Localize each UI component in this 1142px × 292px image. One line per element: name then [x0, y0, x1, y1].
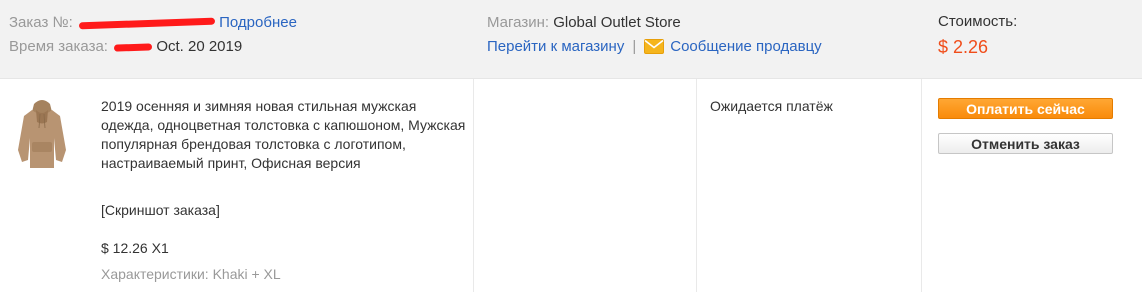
order-number-label: Заказ №: [9, 14, 73, 31]
redacted-order-number [78, 17, 216, 29]
redacted-order-time [114, 42, 153, 52]
store-label: Магазин: [487, 14, 550, 31]
product-title[interactable]: 2019 осенняя и зимняя новая стильная муж… [101, 97, 466, 173]
product-thumbnail[interactable] [14, 98, 70, 172]
go-to-store-link[interactable]: Перейти к магазину [487, 38, 624, 55]
order-time-label: Время заказа: [9, 38, 108, 55]
cancel-order-button[interactable]: Отменить заказ [938, 133, 1113, 154]
unit-price: $ 12.26 X1 [101, 240, 169, 256]
hoodie-thumbnail [18, 100, 66, 168]
order-status: Ожидается платёж [710, 98, 833, 114]
cost-value: $ 2.26 [938, 37, 989, 57]
store-row: Магазин: Global Outlet Store [487, 13, 681, 33]
message-seller-link[interactable]: Сообщение продавцу [670, 38, 821, 55]
store-name: Global Outlet Store [553, 14, 681, 31]
cost-label: Стоимость: [938, 13, 1018, 30]
mail-icon[interactable] [644, 39, 665, 60]
order-details-link[interactable]: Подробнее [219, 14, 297, 31]
order-number-row: Заказ №: Подробнее [9, 13, 297, 33]
column-divider-1 [473, 79, 474, 292]
order-time-row: Время заказа: Oct. 20 2019 [9, 37, 242, 57]
order-snapshot-link[interactable]: [Скриншот заказа] [101, 202, 220, 218]
order-time-value: Oct. 20 2019 [156, 38, 243, 55]
product-properties: Характеристики: Khaki + XL [101, 266, 281, 282]
column-divider-3 [921, 79, 922, 292]
column-divider-2 [696, 79, 697, 292]
store-actions-row: Перейти к магазину | Сообщение продавцу [487, 37, 822, 60]
store-actions-separator: | [632, 38, 637, 55]
pay-now-button[interactable]: Оплатить сейчас [938, 98, 1113, 119]
